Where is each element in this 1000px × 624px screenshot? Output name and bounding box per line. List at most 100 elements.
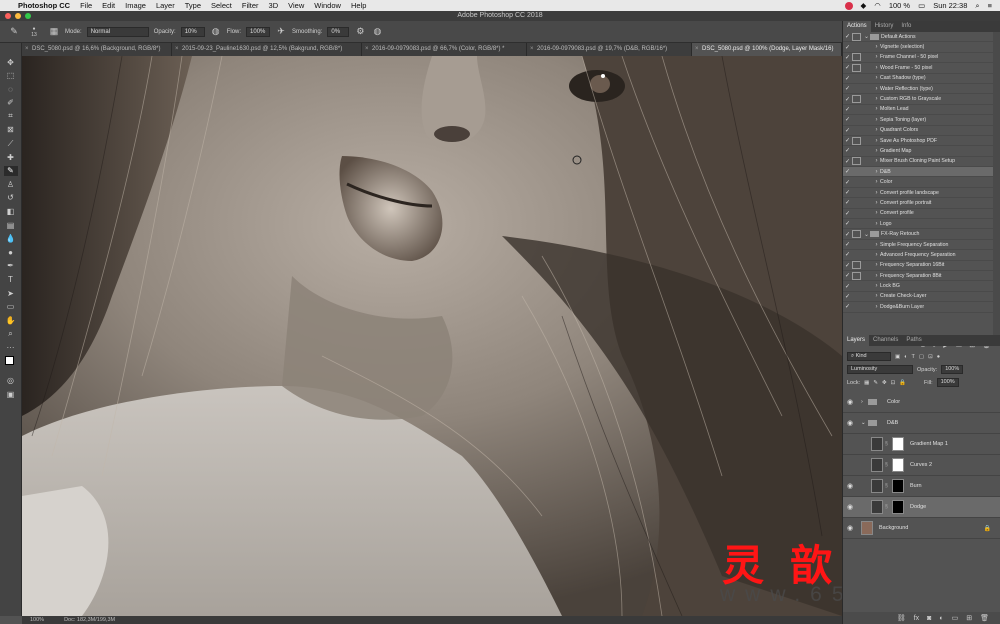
menu-layer[interactable]: Layer xyxy=(156,1,175,10)
menu-view[interactable]: View xyxy=(288,1,304,10)
app-menu[interactable]: Photoshop CC xyxy=(18,1,70,10)
menu-file[interactable]: File xyxy=(80,1,92,10)
layer-row[interactable]: § Curves 2 xyxy=(843,455,1000,476)
foreground-color-swatch[interactable] xyxy=(4,356,14,366)
battery-percent[interactable]: 100 % xyxy=(889,1,910,10)
menu-window[interactable]: Window xyxy=(314,1,341,10)
layer-mask-thumb[interactable] xyxy=(892,500,904,514)
dialog-toggle-icon[interactable] xyxy=(852,105,861,113)
action-enabled-check-icon[interactable]: ✓ xyxy=(843,220,852,227)
adjustment-thumb-icon[interactable] xyxy=(871,479,883,493)
dialog-toggle-icon[interactable] xyxy=(852,147,861,155)
action-enabled-check-icon[interactable]: ✓ xyxy=(843,64,852,71)
expand-chevron-right-icon[interactable]: › xyxy=(873,179,880,185)
dialog-toggle-icon[interactable] xyxy=(852,303,861,311)
dialog-toggle-icon[interactable] xyxy=(852,85,861,93)
action-enabled-check-icon[interactable]: ✓ xyxy=(843,33,852,40)
expand-chevron-right-icon[interactable]: › xyxy=(873,148,880,154)
action-item[interactable]: ✓ › Dodge&Burn Layer xyxy=(843,302,993,313)
expand-chevron-right-icon[interactable]: › xyxy=(873,283,880,289)
action-item[interactable]: ✓ › Convert profile xyxy=(843,209,993,220)
new-layer-icon[interactable]: ⊞ xyxy=(966,614,972,622)
layer-row[interactable]: ◉ Background 🔒 xyxy=(843,518,1000,539)
healing-brush-tool-icon[interactable]: ✚ xyxy=(4,152,18,162)
lock-move-icon[interactable]: ✥ xyxy=(882,380,887,386)
menu-help[interactable]: Help xyxy=(351,1,366,10)
action-enabled-check-icon[interactable]: ✓ xyxy=(843,303,852,310)
doc-size[interactable]: Doc: 182,3M/199,3M xyxy=(64,616,115,624)
clock[interactable]: Sun 22:38 xyxy=(933,1,967,10)
brush-tool-icon-active[interactable]: ✎ xyxy=(3,165,18,176)
expand-chevron-right-icon[interactable]: › xyxy=(873,169,880,175)
pressure-opacity-icon[interactable]: ◍ xyxy=(210,26,222,38)
action-item[interactable]: ✓ › Color xyxy=(843,177,993,188)
filter-kind-select[interactable]: ⌕ Kind xyxy=(847,352,891,361)
group-expand-icon[interactable]: ⌄ xyxy=(861,420,868,426)
action-item[interactable]: ✓ › Convert profile portrait xyxy=(843,198,993,209)
layer-row[interactable]: § Gradient Map 1 xyxy=(843,434,1000,455)
record-icon[interactable] xyxy=(844,1,853,10)
action-item[interactable]: ✓ › Logo xyxy=(843,219,993,230)
action-item[interactable]: ✓ › Molten Lead xyxy=(843,105,993,116)
dialog-toggle-icon[interactable] xyxy=(852,95,861,104)
airbrush-icon[interactable]: ✈ xyxy=(275,26,287,38)
blend-mode-select[interactable]: Luminosity xyxy=(847,365,913,374)
type-tool-icon[interactable]: T xyxy=(4,275,18,285)
action-item[interactable]: ✓ › Wood Frame - 50 pixel xyxy=(843,63,993,74)
action-enabled-check-icon[interactable]: ✓ xyxy=(843,168,852,175)
action-enabled-check-icon[interactable]: ✓ xyxy=(843,199,852,206)
dialog-toggle-icon[interactable] xyxy=(852,261,861,270)
lock-all-icon[interactable]: 🔒 xyxy=(899,380,906,386)
dropbox-icon[interactable]: ◆ xyxy=(861,1,867,10)
close-tab-icon[interactable]: × xyxy=(175,43,179,56)
quick-select-tool-icon[interactable]: ✐ xyxy=(4,98,18,108)
dialog-toggle-icon[interactable] xyxy=(852,126,861,134)
layer-mask-thumb[interactable] xyxy=(892,479,904,493)
adjustment-thumb-icon[interactable] xyxy=(871,458,883,472)
action-enabled-check-icon[interactable]: ✓ xyxy=(843,231,852,238)
expand-chevron-right-icon[interactable]: › xyxy=(873,262,880,268)
dialog-toggle-icon[interactable] xyxy=(852,157,861,166)
mode-select[interactable]: Normal xyxy=(86,26,149,37)
layer-mask-thumb[interactable] xyxy=(892,458,904,472)
dialog-toggle-icon[interactable] xyxy=(852,63,861,72)
visibility-eye-icon[interactable]: ◉ xyxy=(843,419,857,427)
brush-settings-icon[interactable]: ▦ xyxy=(48,26,60,38)
visibility-eye-icon[interactable]: ◉ xyxy=(843,503,857,511)
wifi-icon[interactable]: ◠ xyxy=(874,1,881,10)
link-layers-icon[interactable]: ⛓ xyxy=(897,614,906,622)
action-item[interactable]: ✓ ⌄ FX-Ray Retouch xyxy=(843,229,993,240)
action-enabled-check-icon[interactable]: ✓ xyxy=(843,54,852,61)
dialog-toggle-icon[interactable] xyxy=(852,178,861,186)
mask-link-icon[interactable]: § xyxy=(885,483,890,489)
action-enabled-check-icon[interactable]: ✓ xyxy=(843,158,852,165)
tab-doc-2[interactable]: × 2015-09-23_Pauline1630.psd @ 12,5% (Bak… xyxy=(172,43,362,56)
brush-tool-icon[interactable]: ✎ xyxy=(8,26,20,38)
expand-chevron-right-icon[interactable]: › xyxy=(873,293,880,299)
close-tab-icon[interactable]: × xyxy=(365,43,369,56)
action-item[interactable]: ✓ › Water Reflection (type) xyxy=(843,84,993,95)
expand-chevron-right-icon[interactable]: › xyxy=(873,65,880,71)
layer-mask-thumb[interactable] xyxy=(892,437,904,451)
action-item[interactable]: ✓ › Create Check-Layer xyxy=(843,292,993,303)
action-enabled-check-icon[interactable]: ✓ xyxy=(843,179,852,186)
dialog-toggle-icon[interactable] xyxy=(852,292,861,300)
actions-scrollbar[interactable] xyxy=(993,32,1000,336)
action-item[interactable]: ✓ › Gradient Map xyxy=(843,146,993,157)
dialog-toggle-icon[interactable] xyxy=(852,209,861,217)
action-item[interactable]: ✓ › Cast Shadow (type) xyxy=(843,74,993,84)
minimize-window-button[interactable] xyxy=(15,13,21,19)
dialog-toggle-icon[interactable] xyxy=(852,241,861,249)
action-item[interactable]: ✓ › Custom RGB to Grayscale xyxy=(843,94,993,105)
action-enabled-check-icon[interactable]: ✓ xyxy=(843,106,852,113)
action-enabled-check-icon[interactable]: ✓ xyxy=(843,283,852,290)
action-item[interactable]: ✓ › Mixer Brush Cloning Paint Setup xyxy=(843,157,993,168)
zoom-level[interactable]: 100% xyxy=(30,616,44,624)
tab-actions[interactable]: Actions xyxy=(843,21,871,32)
brush-preset-picker[interactable]: ● 13 xyxy=(25,26,43,38)
dialog-toggle-icon[interactable] xyxy=(852,220,861,228)
action-enabled-check-icon[interactable]: ✓ xyxy=(843,85,852,92)
zoom-tool-icon[interactable]: ⌕ xyxy=(4,329,18,339)
screen-mode-icon[interactable]: ▣ xyxy=(4,389,18,399)
adjustment-layer-icon[interactable]: ◐ xyxy=(939,615,943,622)
